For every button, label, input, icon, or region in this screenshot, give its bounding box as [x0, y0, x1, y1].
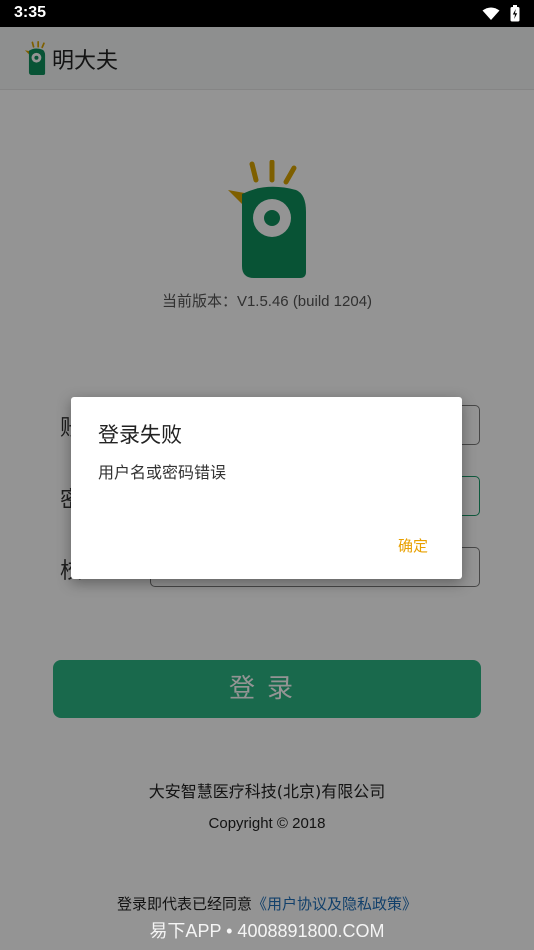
- status-time: 3:35: [14, 4, 47, 21]
- status-bar: 3:35: [0, 0, 534, 27]
- watermark-text: 易下APP • 4008891800.COM: [149, 921, 385, 941]
- status-icons: [482, 5, 520, 22]
- dialog-title: 登录失败: [98, 423, 182, 447]
- dialog-message: 用户名或密码错误: [98, 463, 227, 482]
- dialog-ok-button[interactable]: 确定: [398, 535, 428, 556]
- login-failed-dialog: 登录失败 用户名或密码错误 确定: [71, 397, 462, 579]
- wifi-icon: [482, 7, 500, 20]
- battery-charging-icon: [510, 5, 520, 22]
